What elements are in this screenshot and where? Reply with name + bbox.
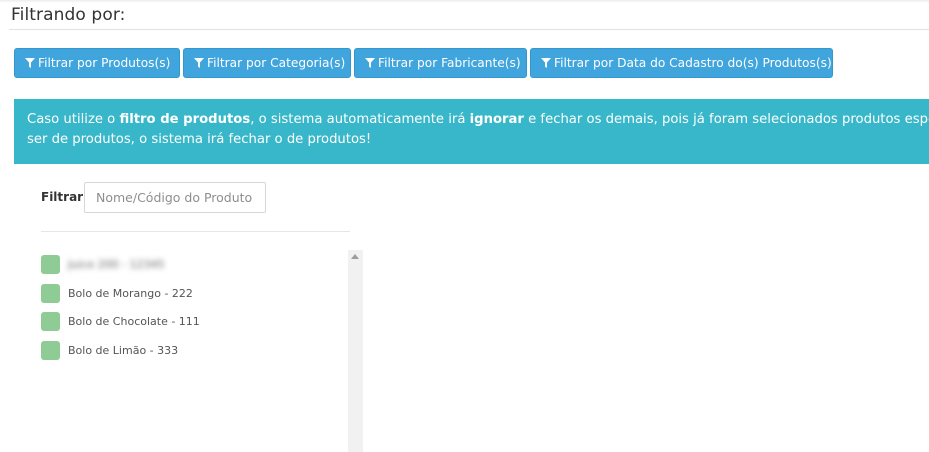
filter-by-registration-date-label: Filtrar por Data do Cadastro do(s) Produ… [554, 56, 832, 70]
product-checkbox[interactable] [41, 283, 60, 303]
product-list: Juice 200 - 12345 Bolo de Morango - 222 … [41, 250, 341, 365]
filter-by-products-label: Filtrar por Produtos(s) [38, 56, 171, 70]
filter-by-manufacturers-label: Filtrar por Fabricante(s) [378, 56, 521, 70]
product-item[interactable]: Bolo de Chocolate - 111 [41, 307, 341, 336]
product-checkbox[interactable] [41, 340, 60, 360]
filter-by-products-button[interactable]: Filtrar por Produtos(s) [14, 48, 180, 78]
product-label: Bolo de Morango - 222 [68, 286, 193, 300]
alert-line-1: Caso utilize o filtro de produtos, o sis… [27, 110, 929, 130]
filter-by-categories-button[interactable]: Filtrar por Categoria(s) [183, 48, 351, 78]
scroll-up-arrow-icon[interactable] [351, 254, 359, 259]
filter-by-registration-date-button[interactable]: Filtrar por Data do Cadastro do(s) Produ… [530, 48, 833, 78]
search-label: Filtrar: [41, 190, 88, 204]
product-checkbox[interactable] [41, 254, 60, 274]
list-divider [41, 231, 350, 232]
filter-icon [194, 58, 204, 68]
product-search-input[interactable] [84, 182, 266, 213]
product-item[interactable]: Bolo de Morango - 222 [41, 279, 341, 308]
alert-text: e fechar os demais, pois já foram seleci… [528, 112, 929, 127]
filter-icon [25, 58, 35, 68]
alert-text: , o sistema automaticamente irá [250, 112, 470, 127]
filter-icon [541, 58, 551, 68]
product-label: Bolo de Limão - 333 [68, 343, 179, 357]
top-edge-shadow [0, 0, 929, 3]
product-item[interactable]: Juice 200 - 12345 [41, 250, 341, 279]
product-label: Juice 200 - 12345 [68, 257, 165, 271]
product-list-scrollbar[interactable] [348, 250, 363, 452]
info-alert: Caso utilize o filtro de produtos, o sis… [14, 99, 929, 164]
alert-bold-text: ignorar [469, 112, 524, 127]
filter-by-categories-label: Filtrar por Categoria(s) [207, 56, 346, 70]
title-divider [9, 29, 929, 30]
product-label: Bolo de Chocolate - 111 [68, 315, 200, 329]
page-title: Filtrando por: [11, 5, 126, 25]
alert-text: Caso utilize o [27, 112, 120, 127]
filter-icon [365, 58, 375, 68]
filter-button-group: Filtrar por Produtos(s) Filtrar por Cate… [14, 48, 836, 78]
product-item[interactable]: Bolo de Limão - 333 [41, 336, 341, 365]
product-checkbox[interactable] [41, 312, 60, 332]
alert-line-2: ser de produtos, o sistema irá fechar o … [27, 132, 372, 147]
filter-by-manufacturers-button[interactable]: Filtrar por Fabricante(s) [354, 48, 527, 78]
alert-bold-text: filtro de produtos [119, 112, 251, 127]
